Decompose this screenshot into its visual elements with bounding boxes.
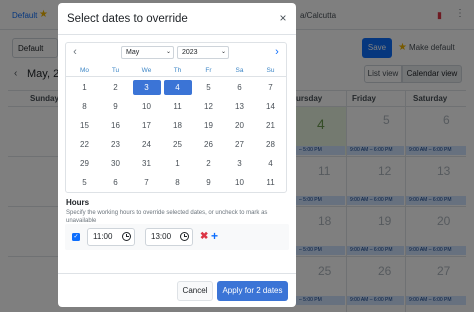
date-picker-header: ‹ May ⌄ 2023 ⌄ › [66,43,286,62]
available-checkbox[interactable]: ✓ [72,233,80,241]
weekday-label: We [141,67,152,74]
close-icon[interactable]: × [277,11,289,25]
date-cell[interactable]: 7 [133,175,161,190]
end-time-input[interactable]: 13:00 [145,228,193,246]
date-cell[interactable]: 16 [102,118,130,133]
start-time-input[interactable]: 11:00 [87,228,135,246]
date-cell[interactable]: 18 [164,118,192,133]
date-cell[interactable]: 9 [195,175,223,190]
clock-icon [180,232,189,241]
date-cell[interactable]: 6 [102,175,130,190]
modal-footer: Cancel Apply for 2 dates [58,273,296,307]
weekday-label: Su [266,67,275,74]
date-cell[interactable]: 31 [133,156,161,171]
chevron-down-icon: ⌄ [165,49,171,55]
date-cell[interactable]: 1 [71,80,99,95]
date-cell[interactable]: 3 [132,80,161,95]
date-cell[interactable]: 21 [257,118,285,133]
date-cell[interactable]: 11 [257,175,285,190]
weekday-label: Th [173,67,182,74]
hours-row: ✓ 11:00 13:00 ✖ + [65,224,289,250]
date-cell[interactable]: 26 [195,137,223,152]
date-cell[interactable]: 15 [71,118,99,133]
date-cell[interactable]: 29 [71,156,99,171]
weekday-label: Mo [79,67,90,74]
date-cell[interactable]: 4 [163,80,192,95]
date-cell[interactable]: 14 [257,99,285,114]
weekday-label: Fr [205,67,212,74]
month-select[interactable]: May ⌄ [121,46,174,59]
date-cell[interactable]: 19 [195,118,223,133]
date-cell[interactable]: 22 [71,137,99,152]
date-cell[interactable]: 2 [102,80,130,95]
apply-button[interactable]: Apply for 2 dates [217,281,288,301]
remove-hours-icon[interactable]: ✖ [200,230,208,244]
date-cell[interactable]: 28 [257,137,285,152]
date-cell[interactable]: 7 [257,80,285,95]
chevron-down-icon: ⌄ [220,49,226,55]
date-cell[interactable]: 4 [257,156,285,171]
add-hours-icon[interactable]: + [211,229,218,243]
date-cell[interactable]: 9 [102,99,130,114]
date-cell[interactable]: 23 [102,137,130,152]
hours-help-text: Specify the working hours to override se… [66,210,268,224]
date-override-modal: Select dates to override × ‹ May ⌄ 2023 ⌄ … [58,3,296,307]
date-cell[interactable]: 24 [133,137,161,152]
date-picker: ‹ May ⌄ 2023 ⌄ › Mo Tu We Th Fr Sa Su 1234567891… [65,42,287,193]
date-cell[interactable]: 2 [195,156,223,171]
date-cell[interactable]: 8 [71,99,99,114]
chevron-right-icon[interactable]: › [271,46,283,59]
weekday-label: Tu [111,67,120,74]
date-cell[interactable]: 11 [164,99,192,114]
weekday-label: Sa [235,67,244,74]
cancel-button[interactable]: Cancel [177,281,213,301]
year-select[interactable]: 2023 ⌄ [177,46,229,59]
date-grid: 1 2 3 4 5 6 7 8 9 10 11 12 13 14 15 16 17 18 19 20 21 22 23 24 2… [66,76,286,192]
date-cell[interactable]: 8 [164,175,192,190]
date-cell[interactable]: 13 [226,99,254,114]
modal-title: Select dates to override [67,13,188,25]
start-time-value: 11:00 [93,232,113,241]
date-cell[interactable]: 17 [133,118,161,133]
date-cell[interactable]: 3 [226,156,254,171]
chevron-left-icon[interactable]: ‹ [69,46,81,59]
year-select-value: 2023 [182,49,198,56]
end-time-value: 13:00 [151,232,172,241]
hours-heading: Hours [66,198,90,207]
date-cell[interactable]: 30 [102,156,130,171]
date-cell[interactable]: 10 [226,175,254,190]
date-cell[interactable]: 12 [195,99,223,114]
date-cell[interactable]: 27 [226,137,254,152]
date-cell[interactable]: 5 [195,80,223,95]
date-cell[interactable]: 5 [71,175,99,190]
date-cell[interactable]: 10 [133,99,161,114]
month-select-value: May [126,49,140,56]
date-cell[interactable]: 6 [226,80,254,95]
date-cell[interactable]: 20 [226,118,254,133]
modal-header: Select dates to override × [58,3,296,35]
clock-icon [122,232,131,241]
date-cell[interactable]: 1 [164,156,192,171]
date-cell[interactable]: 25 [164,137,192,152]
